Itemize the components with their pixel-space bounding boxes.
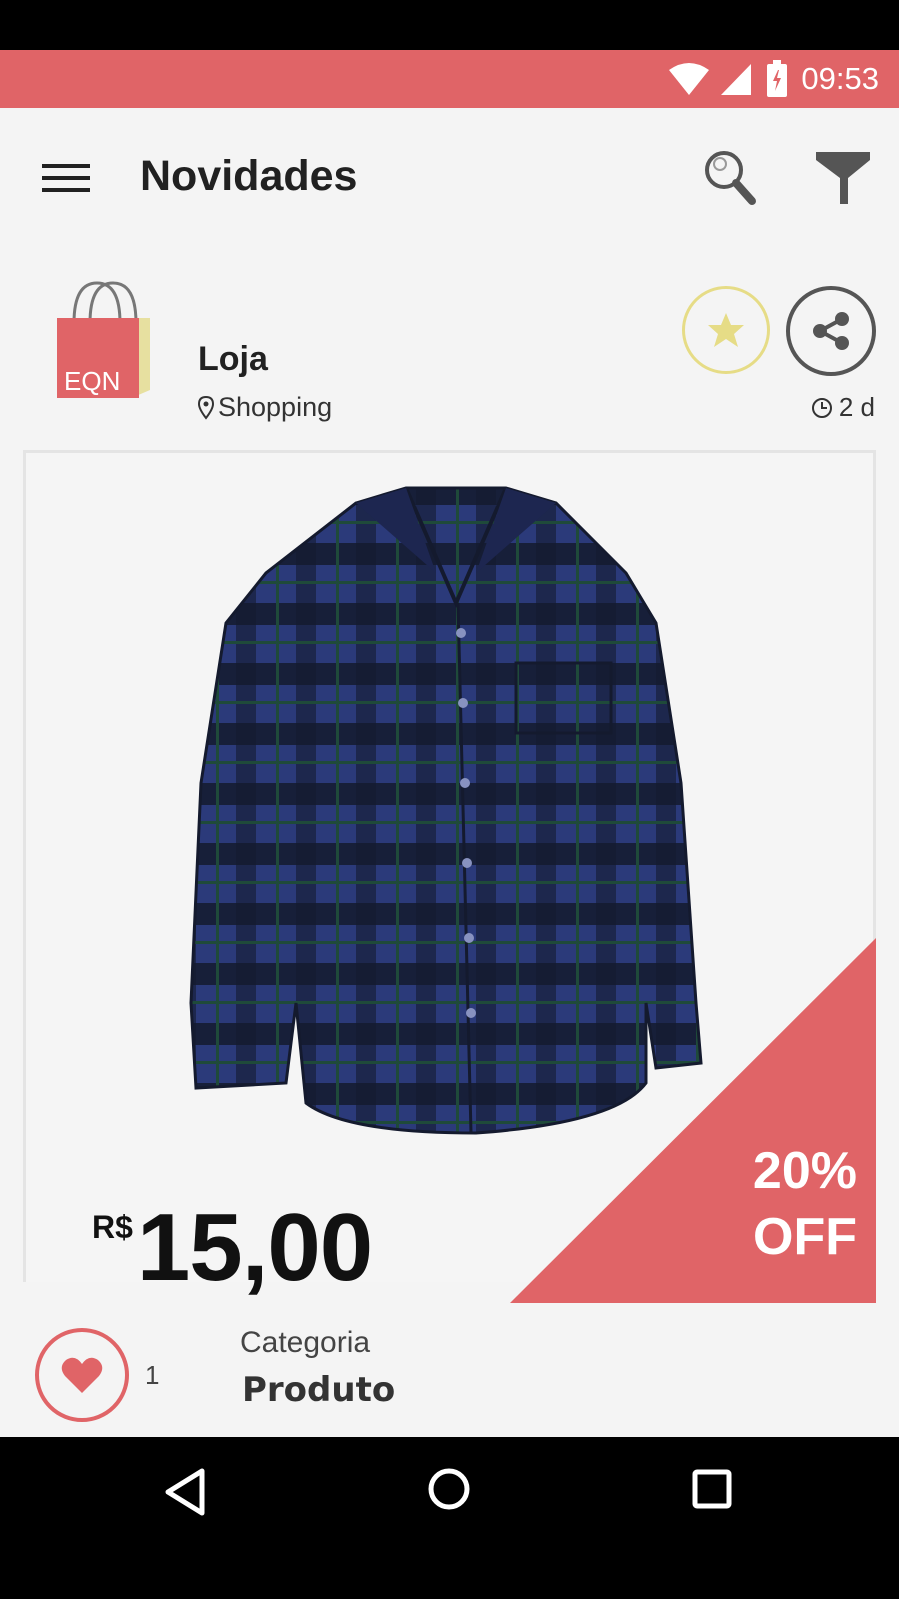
share-button[interactable] bbox=[786, 286, 876, 376]
post-age: 2 d bbox=[811, 392, 875, 423]
wifi-icon bbox=[669, 63, 710, 95]
product-price: R$ 15,00 bbox=[92, 1193, 373, 1303]
discount-off: OFF bbox=[753, 1208, 857, 1266]
status-bar: 09:53 bbox=[0, 50, 899, 108]
store-location-label: Shopping bbox=[218, 392, 333, 422]
app-bar: Novidades bbox=[0, 108, 899, 244]
search-icon[interactable] bbox=[700, 146, 760, 208]
location-pin-icon bbox=[198, 395, 214, 420]
store-logo-text: EQN bbox=[64, 366, 120, 396]
menu-icon[interactable] bbox=[40, 158, 92, 198]
store-name[interactable]: Loja bbox=[198, 340, 268, 379]
page-title: Novidades bbox=[140, 152, 358, 200]
favorite-button[interactable] bbox=[682, 286, 770, 374]
store-location: Shopping bbox=[198, 392, 332, 423]
recents-icon[interactable] bbox=[692, 1469, 732, 1509]
clock-icon bbox=[811, 397, 832, 418]
filter-icon[interactable] bbox=[812, 146, 874, 208]
category-label: Categoria bbox=[240, 1326, 371, 1359]
clock-time: 09:53 bbox=[801, 61, 879, 96]
post-age-label: 2 d bbox=[838, 392, 875, 422]
navigation-bar bbox=[0, 1437, 899, 1599]
price-value: 15,00 bbox=[136, 1194, 373, 1301]
app-screen: Novidades EQN Loja Shopping 2 d 20% OFF … bbox=[0, 108, 899, 1437]
discount-percent: 20% bbox=[752, 1142, 857, 1200]
price-currency: R$ bbox=[92, 1209, 133, 1245]
discount-label: 20% OFF bbox=[753, 1138, 857, 1270]
signal-icon bbox=[721, 64, 752, 95]
star-icon bbox=[708, 313, 744, 347]
like-button[interactable] bbox=[35, 1328, 129, 1422]
store-logo: EQN bbox=[57, 281, 150, 398]
top-bezel bbox=[0, 0, 899, 50]
battery-icon bbox=[767, 60, 788, 97]
heart-icon bbox=[61, 1357, 103, 1393]
back-icon[interactable] bbox=[162, 1467, 208, 1517]
category-value[interactable]: Produto bbox=[242, 1370, 395, 1410]
like-count: 1 bbox=[145, 1360, 160, 1390]
home-icon[interactable] bbox=[427, 1467, 471, 1511]
share-icon bbox=[813, 312, 849, 350]
